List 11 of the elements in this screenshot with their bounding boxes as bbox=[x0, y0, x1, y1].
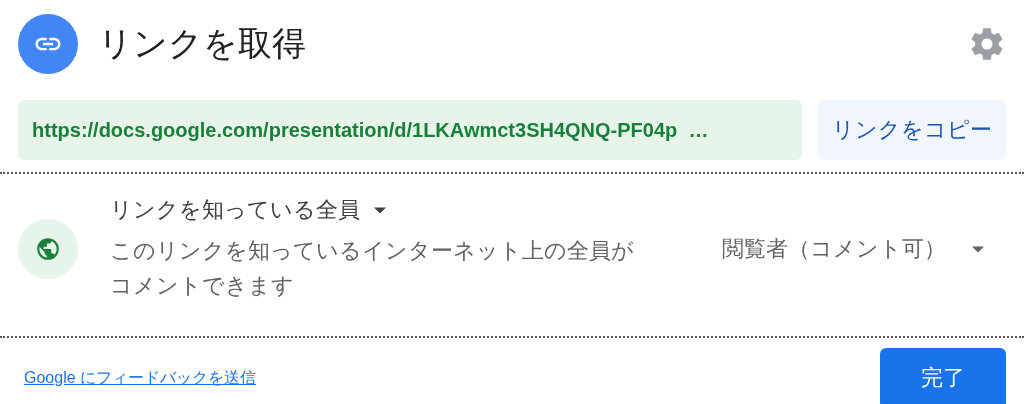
access-scope-dropdown[interactable]: リンクを知っている全員 bbox=[110, 195, 386, 225]
dialog-title: リンクを取得 bbox=[98, 23, 307, 64]
caret-icon bbox=[374, 206, 386, 214]
link-field[interactable]: https://docs.google.com/presentation/d/1LKAwmct3SH4QNQ-PF04p … bbox=[18, 100, 802, 160]
caret-icon bbox=[972, 245, 984, 253]
feedback-link[interactable]: Google にフィードバックを送信 bbox=[24, 367, 257, 389]
copy-link-button[interactable]: リンクをコピー bbox=[818, 100, 1006, 160]
role-dropdown[interactable]: 閲覧者（コメント可） bbox=[722, 234, 1006, 264]
done-button[interactable]: 完了 bbox=[880, 348, 1006, 404]
access-description: このリンクを知っているインターネット上の全員がコメントできます bbox=[110, 237, 635, 300]
link-icon bbox=[18, 14, 78, 74]
